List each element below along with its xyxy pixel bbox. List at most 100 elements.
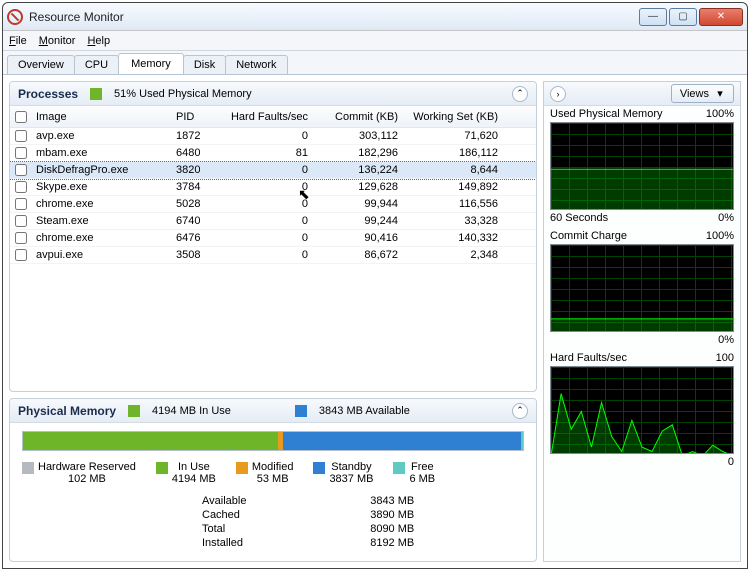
cell-pid: 3820	[172, 164, 222, 176]
content-area: Processes 51% Used Physical Memory ⌃ Ima…	[3, 75, 747, 568]
cell-image: DiskDefragPro.exe	[32, 164, 172, 176]
tab-network[interactable]: Network	[225, 55, 287, 74]
legend-name: Modified	[252, 461, 294, 473]
legend-item: In Use4194 MB	[156, 461, 216, 485]
legend-item: Standby3837 MB	[313, 461, 373, 485]
cell-hardfaults: 81	[222, 147, 312, 159]
table-row[interactable]: chrome.exe 5028 0 99,944 116,556	[10, 196, 536, 213]
views-button[interactable]: Views ▾	[671, 84, 734, 103]
select-all-checkbox[interactable]	[15, 111, 27, 123]
cell-hardfaults: 0	[222, 181, 312, 193]
legend-item: Free6 MB	[393, 461, 435, 485]
collapse-icon[interactable]: ⌃	[512, 86, 528, 102]
graph-bottom-right: 0%	[718, 212, 734, 224]
minimize-button[interactable]: —	[639, 8, 667, 26]
stat-value: 3890 MB	[370, 509, 524, 521]
graph-title: Hard Faults/sec	[550, 352, 627, 364]
graph-canvas	[550, 366, 734, 454]
tab-memory[interactable]: Memory	[118, 53, 184, 74]
tab-overview[interactable]: Overview	[7, 55, 75, 74]
graph-bottom-right: 0	[728, 456, 734, 468]
legend-value: 53 MB	[257, 473, 289, 485]
titlebar[interactable]: Resource Monitor — ▢ ✕	[3, 3, 747, 31]
col-commit[interactable]: Commit (KB)	[312, 111, 402, 123]
tab-cpu[interactable]: CPU	[74, 55, 119, 74]
cell-pid: 3784	[172, 181, 222, 193]
cell-workingset: 2,348	[402, 249, 502, 261]
menu-help[interactable]: Help	[87, 35, 110, 47]
membar-segment	[521, 432, 524, 450]
legend-value: 6 MB	[409, 473, 435, 485]
row-checkbox[interactable]	[15, 147, 27, 159]
legend-name: Free	[411, 461, 434, 473]
maximize-button[interactable]: ▢	[669, 8, 697, 26]
graph-bottom-left: 60 Seconds	[550, 212, 608, 224]
processes-summary: 51% Used Physical Memory	[114, 88, 252, 100]
app-window: Resource Monitor — ▢ ✕ File Monitor Help…	[2, 2, 748, 569]
table-row[interactable]: DiskDefragPro.exe 3820 0 136,224 8,644	[10, 162, 536, 179]
table-row[interactable]: avpui.exe 3508 0 86,672 2,348	[10, 247, 536, 264]
processes-rows[interactable]: avp.exe 1872 0 303,112 71,620 mbam.exe 6…	[10, 128, 536, 391]
legend-value: 102 MB	[68, 473, 106, 485]
tabbar: OverviewCPUMemoryDiskNetwork	[3, 51, 747, 75]
table-row[interactable]: chrome.exe 6476 0 90,416 140,332	[10, 230, 536, 247]
legend-name: Standby	[331, 461, 371, 473]
window-title: Resource Monitor	[29, 10, 639, 24]
stat-value: 3843 MB	[370, 495, 524, 507]
cell-commit: 99,244	[312, 215, 402, 227]
row-checkbox[interactable]	[15, 181, 27, 193]
col-hardfaults[interactable]: Hard Faults/sec	[222, 111, 312, 123]
processes-header[interactable]: Processes 51% Used Physical Memory ⌃	[10, 82, 536, 106]
cell-image: avpui.exe	[32, 249, 172, 261]
cell-image: avp.exe	[32, 130, 172, 142]
legend-name: Hardware Reserved	[38, 461, 136, 473]
graph-max: 100	[716, 352, 734, 364]
table-row[interactable]: avp.exe 1872 0 303,112 71,620	[10, 128, 536, 145]
membar-segment	[283, 432, 521, 450]
graph-canvas	[550, 244, 734, 332]
table-row[interactable]: Skype.exe 3784 0 129,628 149,892	[10, 179, 536, 196]
avail-label: 3843 MB Available	[319, 405, 410, 417]
cell-pid: 1872	[172, 130, 222, 142]
stat-key: Available	[202, 495, 356, 507]
graph-bottom-right: 0%	[718, 334, 734, 346]
chevron-down-icon: ▾	[715, 87, 725, 100]
memory-bar	[22, 431, 524, 451]
menu-monitor[interactable]: Monitor	[39, 35, 76, 47]
col-workingset[interactable]: Working Set (KB)	[402, 111, 502, 123]
legend-swatch	[313, 462, 325, 474]
avail-chip	[295, 405, 307, 417]
row-checkbox[interactable]	[15, 232, 27, 244]
cell-commit: 99,944	[312, 198, 402, 210]
row-checkbox[interactable]	[15, 164, 27, 176]
row-checkbox[interactable]	[15, 215, 27, 227]
legend-item: Hardware Reserved102 MB	[22, 461, 136, 485]
physmem-header[interactable]: Physical Memory 4194 MB In Use 3843 MB A…	[10, 399, 536, 423]
memory-stats: Available3843 MBCached3890 MBTotal8090 M…	[202, 495, 524, 549]
physmem-title: Physical Memory	[18, 404, 116, 418]
row-checkbox[interactable]	[15, 198, 27, 210]
row-checkbox[interactable]	[15, 249, 27, 261]
col-pid[interactable]: PID	[172, 111, 222, 123]
table-row[interactable]: Steam.exe 6740 0 99,244 33,328	[10, 213, 536, 230]
expand-sidebar-icon[interactable]: ›	[550, 86, 566, 102]
tab-disk[interactable]: Disk	[183, 55, 226, 74]
graph-canvas	[550, 122, 734, 210]
processes-column-header[interactable]: Image PID Hard Faults/sec Commit (KB) Wo…	[10, 106, 536, 128]
cell-workingset: 8,644	[402, 164, 502, 176]
cell-commit: 90,416	[312, 232, 402, 244]
cell-commit: 86,672	[312, 249, 402, 261]
menu-file[interactable]: File	[9, 35, 27, 47]
table-row[interactable]: mbam.exe 6480 81 182,296 186,112	[10, 145, 536, 162]
cell-image: mbam.exe	[32, 147, 172, 159]
collapse-icon[interactable]: ⌃	[512, 403, 528, 419]
processes-title: Processes	[18, 87, 78, 101]
cell-commit: 136,224	[312, 164, 402, 176]
row-checkbox[interactable]	[15, 130, 27, 142]
cell-commit: 182,296	[312, 147, 402, 159]
stat-value: 8090 MB	[370, 523, 524, 535]
col-image[interactable]: Image	[32, 111, 172, 123]
views-label: Views	[680, 88, 709, 100]
close-button[interactable]: ✕	[699, 8, 743, 26]
cell-hardfaults: 0	[222, 130, 312, 142]
